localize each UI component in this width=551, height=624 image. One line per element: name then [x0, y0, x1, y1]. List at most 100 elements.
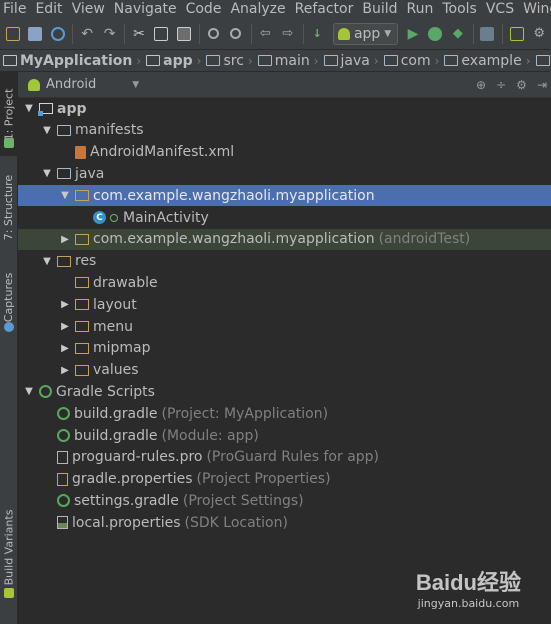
tree-node[interactable]: ▼ manifests — [18, 120, 551, 141]
paste-icon[interactable] — [173, 23, 194, 45]
find-icon[interactable] — [203, 23, 224, 45]
attach-icon[interactable]: ◆ — [447, 23, 468, 45]
menu-file[interactable]: File — [0, 0, 32, 18]
copy-icon[interactable] — [151, 23, 172, 45]
collapse-all-icon[interactable]: ÷ — [496, 78, 506, 92]
menu-wind[interactable]: Wind — [520, 0, 551, 18]
save-icon[interactable] — [24, 23, 45, 45]
breadcrumb-separator: › — [373, 53, 379, 68]
breadcrumb-item[interactable]: example — [441, 53, 525, 69]
menu-edit[interactable]: Edit — [32, 0, 68, 18]
folder-icon — [57, 124, 71, 136]
tree-node[interactable]: ▼ java — [18, 163, 551, 184]
back-icon[interactable]: ⇦ — [255, 23, 276, 45]
expand-arrow-right-icon[interactable]: ▶ — [58, 234, 72, 245]
tree-node-hint: (androidTest) — [378, 231, 471, 248]
tree-node-hint: (Project Properties) — [196, 471, 331, 488]
menu-analyze[interactable]: Analyze — [227, 0, 291, 18]
expand-arrow-right-icon[interactable]: ▶ — [58, 343, 72, 354]
tree-node[interactable]: build.gradle (Project: MyApplication) — [18, 403, 551, 424]
breadcrumb-item[interactable]: app — [143, 53, 197, 69]
undo-icon[interactable]: ↶ — [76, 23, 97, 45]
folder-icon — [444, 55, 459, 66]
sdk-icon[interactable] — [477, 23, 498, 45]
left-tool-strip: 1: Project 7: Structure Captures Build V… — [0, 72, 18, 624]
tree-node[interactable]: drawable — [18, 272, 551, 293]
menu-navigate[interactable]: Navigate — [111, 0, 183, 18]
tree-node-hint: (Project Settings) — [182, 492, 304, 509]
menu-vcs[interactable]: VCS — [483, 0, 520, 18]
scroll-from-source-icon[interactable]: ⊕ — [476, 78, 486, 92]
menu-refactor[interactable]: Refactor — [292, 0, 360, 18]
expand-arrow-down-icon[interactable]: ▼ — [40, 168, 54, 179]
gradle-icon — [57, 407, 70, 421]
tree-node[interactable]: C MainActivity — [18, 207, 551, 228]
menu-tools[interactable]: Tools — [439, 0, 483, 18]
breadcrumb-item[interactable]: main — [255, 53, 314, 69]
panel-actions: ⊕ ÷ ⚙ ⇥ — [476, 78, 547, 92]
tree-node[interactable]: ▶ layout — [18, 294, 551, 315]
folder-icon — [3, 55, 17, 66]
tree-node-hint: (Project: MyApplication) — [161, 405, 329, 422]
expand-arrow-down-icon[interactable]: ▼ — [58, 190, 72, 201]
folder-icon — [206, 55, 221, 66]
gear-icon[interactable]: ⚙ — [516, 78, 527, 92]
expand-arrow-right-icon[interactable]: ▶ — [58, 299, 72, 310]
tab-build-variants[interactable]: Build Variants — [0, 502, 18, 592]
tree-node[interactable]: ▶ mipmap — [18, 338, 551, 359]
avd-icon[interactable] — [506, 23, 527, 45]
tree-node[interactable]: proguard-rules.pro (ProGuard Rules for ap… — [18, 447, 551, 468]
tree-node[interactable]: ▶ menu — [18, 316, 551, 337]
tree-node[interactable]: gradle.properties (Project Properties) — [18, 469, 551, 490]
replace-icon[interactable] — [225, 23, 246, 45]
tree-node[interactable]: ▼ com.example.wangzhaoli.myapplication — [18, 185, 551, 207]
tree-node[interactable]: ▼ app — [18, 98, 551, 119]
hide-panel-icon[interactable]: ⇥ — [537, 78, 547, 92]
menu-view[interactable]: View — [69, 0, 111, 18]
breadcrumb-item[interactable]: MyApplication — [0, 53, 136, 69]
menu-build[interactable]: Build — [359, 0, 403, 18]
sync-icon[interactable] — [47, 23, 68, 45]
tree-node[interactable]: ▼ Gradle Scripts — [18, 381, 551, 402]
expand-arrow-down-icon[interactable]: ▼ — [22, 103, 36, 114]
menu-run[interactable]: Run — [404, 0, 440, 18]
view-mode-select[interactable]: Android ▼ — [18, 77, 139, 92]
expand-arrow-right-icon[interactable]: ▶ — [58, 321, 72, 332]
expand-arrow-right-icon[interactable]: ▶ — [58, 365, 72, 376]
breadcrumb-item[interactable]: com — [381, 53, 435, 69]
expand-arrow-down-icon[interactable]: ▼ — [40, 125, 54, 136]
breadcrumb-item[interactable]: src — [203, 53, 247, 69]
redo-icon[interactable]: ↷ — [99, 23, 120, 45]
expand-arrow-down-icon[interactable]: ▼ — [40, 256, 54, 267]
settings-icon[interactable]: ⚙ — [529, 23, 550, 45]
package-folder-icon — [75, 321, 89, 332]
run-config-select[interactable]: app ▼ — [332, 22, 399, 45]
tree-node[interactable]: build.gradle (Module: app) — [18, 425, 551, 446]
tree-node[interactable]: settings.gradle (Project Settings) — [18, 490, 551, 511]
view-mode-label: Android — [46, 77, 97, 92]
tree-node[interactable]: ▼ res — [18, 251, 551, 272]
expand-arrow-down-icon[interactable]: ▼ — [22, 386, 36, 397]
open-folder-icon[interactable] — [2, 23, 23, 45]
breadcrumb-item[interactable]: java — [321, 53, 374, 69]
folder-icon — [383, 55, 398, 66]
folder-icon — [146, 55, 161, 66]
toolbar-separator — [302, 23, 304, 44]
breadcrumb-separator: › — [313, 53, 319, 68]
watermark-url: jingyan.baidu.com — [417, 597, 520, 610]
tree-node[interactable]: ▶ values — [18, 360, 551, 381]
make-icon[interactable]: ↓ — [306, 23, 327, 45]
tree-node-label: values — [93, 362, 139, 379]
tree-node[interactable]: local.properties (SDK Location) — [18, 512, 551, 533]
forward-icon[interactable]: ⇨ — [277, 23, 298, 45]
tree-node-label: java — [75, 165, 105, 182]
menu-code[interactable]: Code — [183, 0, 228, 18]
tree-node[interactable]: ▶ com.example.wangzhaoli.myapplication (an… — [18, 228, 551, 250]
breadcrumb-item[interactable]: wangz — [533, 53, 551, 69]
tab-structure[interactable]: 7: Structure — [0, 162, 18, 252]
cut-icon[interactable]: ✂ — [128, 23, 149, 45]
tree-node-label: Gradle Scripts — [56, 383, 155, 400]
tree-node[interactable]: AndroidManifest.xml — [18, 142, 551, 163]
run-icon[interactable]: ▶ — [402, 23, 423, 45]
debug-icon[interactable] — [425, 23, 446, 45]
